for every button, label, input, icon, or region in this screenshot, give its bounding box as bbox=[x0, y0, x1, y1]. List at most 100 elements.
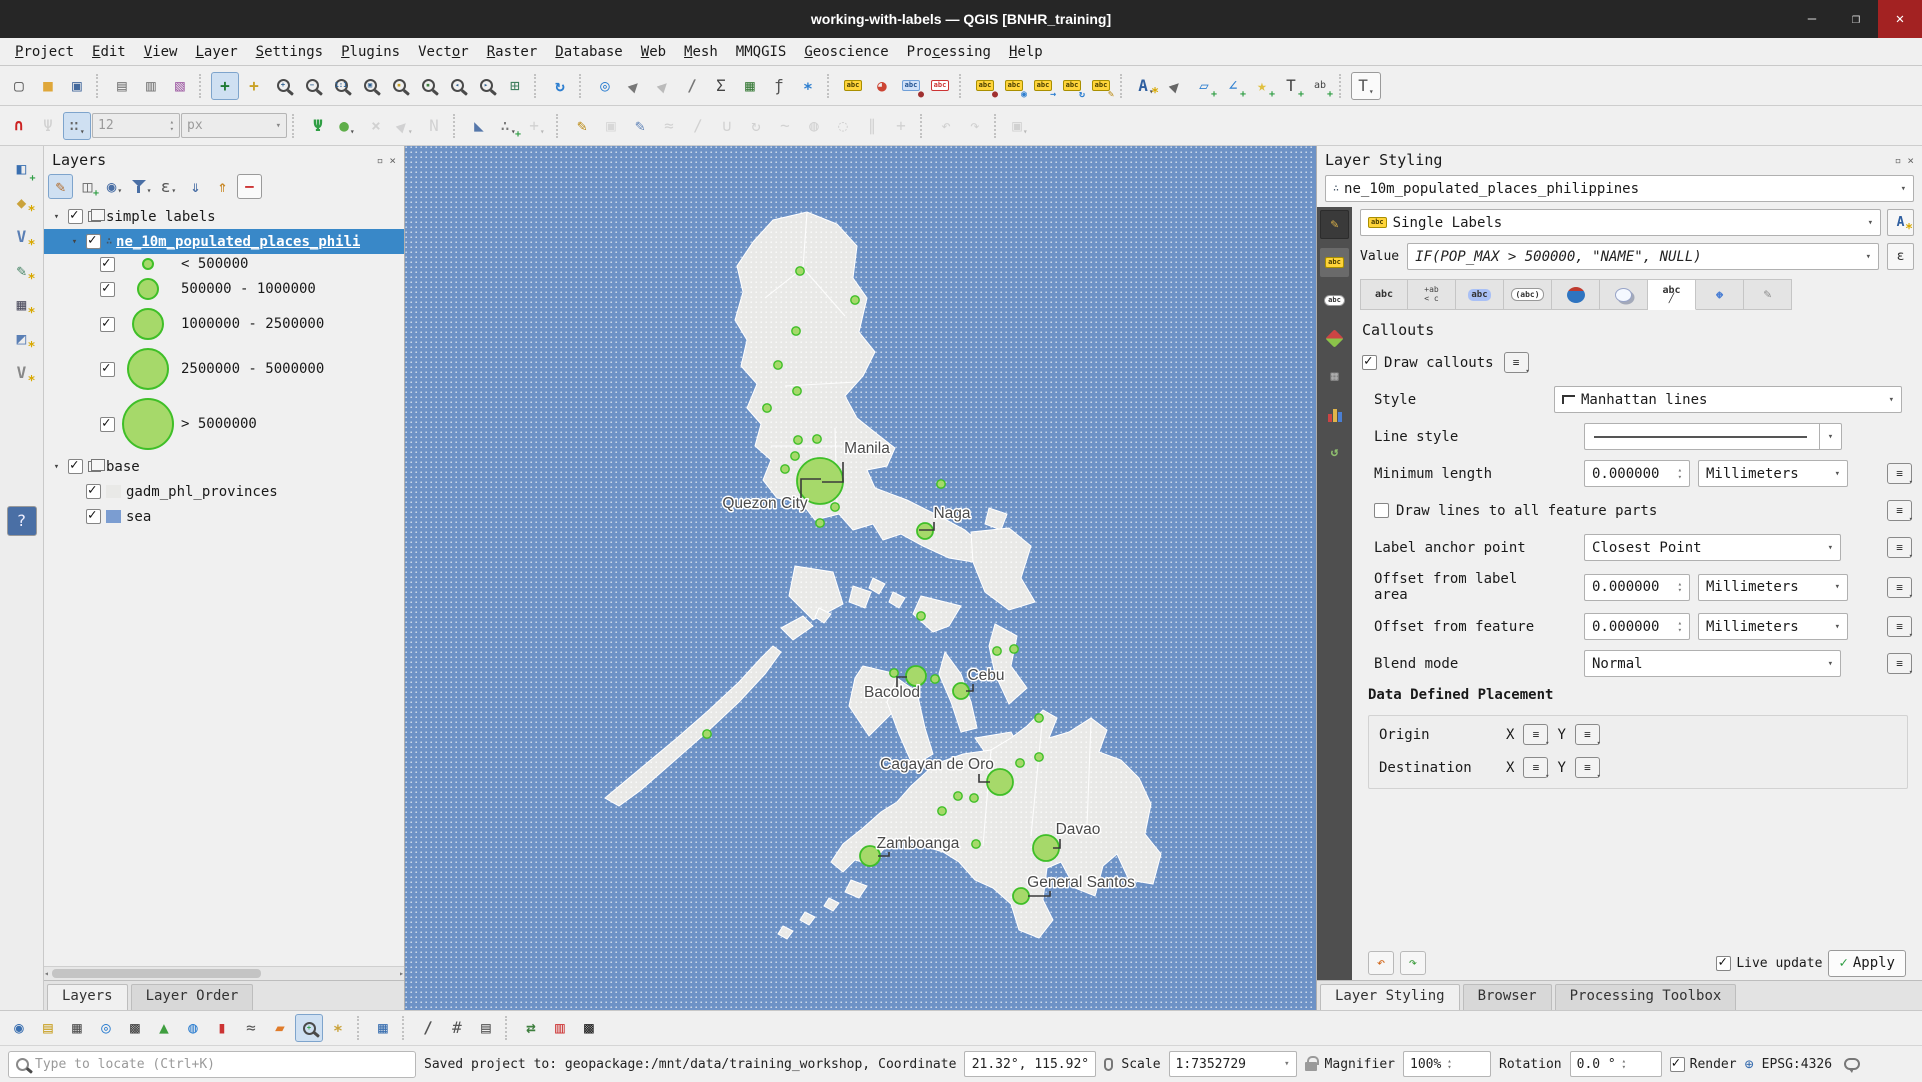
open-project-button[interactable]: ■ bbox=[34, 72, 62, 100]
new-virtual-layer-button[interactable]: ▦ * bbox=[7, 290, 37, 321]
tracing-button[interactable]: Ψ bbox=[304, 112, 332, 140]
redo-style-button[interactable]: ↷ bbox=[1400, 951, 1426, 975]
attribute-table-button[interactable]: ▦ bbox=[736, 72, 764, 100]
merge-features-button[interactable]: ∪ bbox=[713, 112, 741, 140]
menu-help[interactable]: Help bbox=[1000, 41, 1052, 63]
pin-label-button[interactable]: abc ● bbox=[971, 72, 999, 100]
scale-combo[interactable]: 1:7352729 ▾ bbox=[1168, 1051, 1297, 1077]
spin-arrows-icon[interactable]: ▴ ▾ bbox=[1678, 580, 1682, 593]
spin-arrows-icon[interactable]: ▴ ▾ bbox=[1678, 620, 1682, 633]
tab-buffer[interactable]: abc bbox=[1456, 279, 1504, 310]
zoom-next-button[interactable]: ▸ bbox=[472, 72, 500, 100]
collapse-all-button[interactable]: ⇑ bbox=[210, 174, 235, 199]
undo-button[interactable]: ↶ bbox=[932, 112, 960, 140]
layer-diagram-button[interactable]: ◕ bbox=[868, 72, 896, 100]
legend-class-row[interactable]: > 5000000 bbox=[44, 394, 404, 454]
tab-layer-order[interactable]: Layer Order bbox=[130, 984, 254, 1010]
tab-text[interactable]: abc bbox=[1360, 279, 1408, 310]
magnifier-spinbox[interactable]: 100% ▴ ▾ bbox=[1403, 1051, 1491, 1077]
menu-geoscience[interactable]: Geoscience bbox=[795, 41, 897, 63]
tab-placement[interactable]: ↔ ↕ bbox=[1696, 279, 1744, 310]
pin-labels-blue-button[interactable]: abc ● bbox=[897, 72, 925, 100]
menu-edit[interactable]: Edit bbox=[83, 41, 135, 63]
history-tab[interactable]: ↺ bbox=[1320, 438, 1349, 467]
reshape-features-button[interactable]: ≈ bbox=[655, 112, 683, 140]
layer-visibility-checkbox[interactable] bbox=[68, 207, 83, 224]
data-defined-override-icon[interactable]: ≡ bbox=[1523, 724, 1549, 747]
table-plugin-button[interactable]: ▤ bbox=[472, 1014, 500, 1042]
layer-labeling-button[interactable]: abc bbox=[839, 72, 867, 100]
web-globe-plugin-button[interactable]: ◍ bbox=[179, 1014, 207, 1042]
metasearch-button[interactable]: ◎ bbox=[92, 1014, 120, 1042]
snapping-toggle-button[interactable]: ∪ bbox=[5, 112, 33, 140]
legend-class-checkbox[interactable] bbox=[100, 280, 115, 297]
menu-settings[interactable]: Settings bbox=[247, 41, 332, 63]
expand-all-button[interactable]: ⇓ bbox=[183, 174, 208, 199]
move-label-button[interactable]: abc → bbox=[1029, 72, 1057, 100]
tab-processing-toolbox[interactable]: Processing Toolbox bbox=[1554, 984, 1737, 1010]
spin-arrows-icon[interactable]: ▴ ▾ bbox=[170, 119, 174, 132]
trim-extend-button[interactable]: + bbox=[887, 112, 915, 140]
profile-plugin-button[interactable]: ≈ bbox=[237, 1014, 265, 1042]
data-defined-override-icon[interactable]: ≡ bbox=[1887, 576, 1913, 600]
minimum-length-spinbox[interactable]: 0.000000 ▴ ▾ bbox=[1584, 460, 1690, 487]
expander-icon[interactable]: ▾ bbox=[50, 212, 63, 222]
vertex-tool-button[interactable]: ▶ ▾ bbox=[391, 112, 419, 140]
messages-icon[interactable] bbox=[1844, 1058, 1861, 1073]
tab-rendering[interactable]: ✎ bbox=[1744, 279, 1792, 310]
panel-float-icon[interactable]: ▫ bbox=[377, 154, 384, 167]
grid-snapping-button[interactable]: ∷ ▾ bbox=[63, 111, 91, 140]
offset-label-area-spinbox[interactable]: 0.000000 ▴ ▾ bbox=[1584, 573, 1690, 601]
new-mesh-layer-button[interactable]: ◩ * bbox=[7, 324, 37, 355]
save-project-button[interactable]: ▣ bbox=[63, 72, 91, 100]
open-layer-styling-button[interactable]: ✎ bbox=[48, 174, 73, 199]
new-shapefile-button[interactable]: V * bbox=[7, 222, 37, 253]
checkerboard-plugin-button[interactable]: ▩ bbox=[575, 1014, 603, 1042]
auto-placement-settings-button[interactable]: A * bbox=[1887, 209, 1914, 236]
maximize-button[interactable]: ❐ bbox=[1834, 0, 1878, 38]
legend-class-checkbox[interactable] bbox=[100, 315, 115, 332]
zoom-plugin-button[interactable]: + bbox=[295, 1014, 323, 1042]
refresh-map-button[interactable]: ↻ bbox=[546, 72, 574, 100]
tab-callouts[interactable]: abc ╱ bbox=[1648, 279, 1696, 310]
remove-layer-button[interactable]: − bbox=[237, 174, 262, 199]
add-point-feature-button[interactable]: ∴ + ▾ bbox=[494, 112, 522, 140]
processing-toolbox-button[interactable]: ∗ bbox=[794, 72, 822, 100]
slash-plugin-button[interactable]: ∕ bbox=[414, 1014, 442, 1042]
panel-close-icon[interactable]: × bbox=[389, 154, 396, 167]
paste-features-button[interactable]: ▣ ▾ bbox=[1006, 112, 1034, 140]
tab-mask[interactable]: (abc) bbox=[1504, 279, 1552, 310]
tab-layers[interactable]: Layers bbox=[47, 984, 128, 1010]
legend-class-checkbox[interactable] bbox=[100, 255, 115, 272]
layer-visibility-checkbox[interactable] bbox=[86, 482, 101, 499]
offset-curve-button[interactable]: ∥ bbox=[858, 112, 886, 140]
split-features-button[interactable]: ∕ bbox=[684, 112, 712, 140]
scroll-left-icon[interactable]: ◂ bbox=[44, 969, 49, 978]
legend-class-row[interactable]: 2500000 - 5000000 bbox=[44, 344, 404, 394]
delete-ring-button[interactable]: ◌ bbox=[829, 112, 857, 140]
zoom-out-button[interactable]: − bbox=[298, 72, 326, 100]
zoom-in-button[interactable]: + bbox=[269, 72, 297, 100]
layer-row[interactable]: gadm_phl_provinces bbox=[44, 479, 404, 504]
legend-class-checkbox[interactable] bbox=[100, 415, 115, 432]
close-button[interactable]: ✕ bbox=[1878, 0, 1922, 38]
mask-tab[interactable]: abc bbox=[1320, 286, 1349, 315]
data-defined-override-icon[interactable]: ≡ bbox=[1887, 500, 1913, 523]
snap-tolerance-spin[interactable]: 12 ▴ ▾ bbox=[92, 113, 180, 138]
identify-features-button[interactable]: ◎ bbox=[591, 72, 619, 100]
offset-label-area-unit-combo[interactable]: Millimeters ▾ bbox=[1698, 573, 1848, 601]
line-annotation-button[interactable]: ∠ + bbox=[1219, 72, 1247, 100]
spin-arrows-icon[interactable]: ▴ ▾ bbox=[1622, 1057, 1626, 1070]
zoom-to-selection-button[interactable]: ▪ bbox=[385, 72, 413, 100]
value-expression-combo[interactable]: IF(POP_MAX > 500000, "NAME", NULL) ▾ bbox=[1407, 243, 1879, 270]
manage-map-themes-button[interactable]: ◉ ▾ bbox=[102, 174, 127, 199]
menu-mmqgis[interactable]: MMQGIS bbox=[727, 41, 796, 63]
hash-plugin-button[interactable]: # bbox=[443, 1014, 471, 1042]
layer-group-row[interactable]: ▾ simple labels bbox=[44, 204, 404, 229]
expression-builder-button[interactable]: ε bbox=[1887, 243, 1914, 270]
tab-browser[interactable]: Browser bbox=[1462, 984, 1552, 1010]
toggle-editing-button[interactable]: ✎ bbox=[568, 112, 596, 140]
layer-row[interactable]: ▾ ∴ ne_10m_populated_places_phili bbox=[44, 229, 404, 254]
menu-mesh[interactable]: Mesh bbox=[675, 41, 727, 63]
digitize-shape-button[interactable]: ● ▾ bbox=[333, 112, 361, 140]
